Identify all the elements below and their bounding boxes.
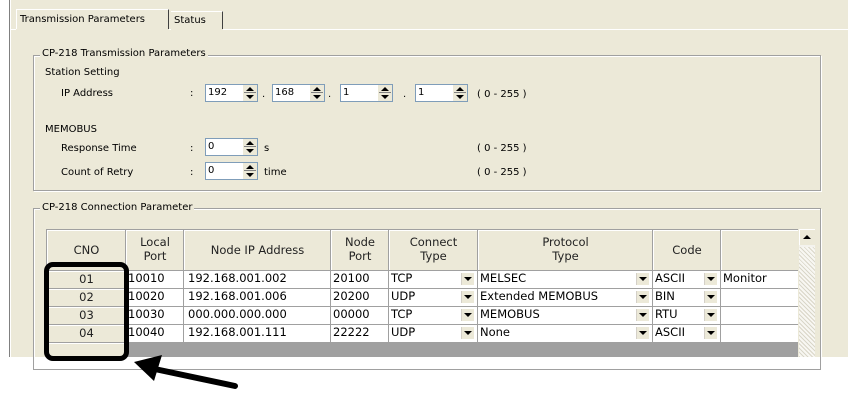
- annotation-arrow-icon: [134, 355, 238, 389]
